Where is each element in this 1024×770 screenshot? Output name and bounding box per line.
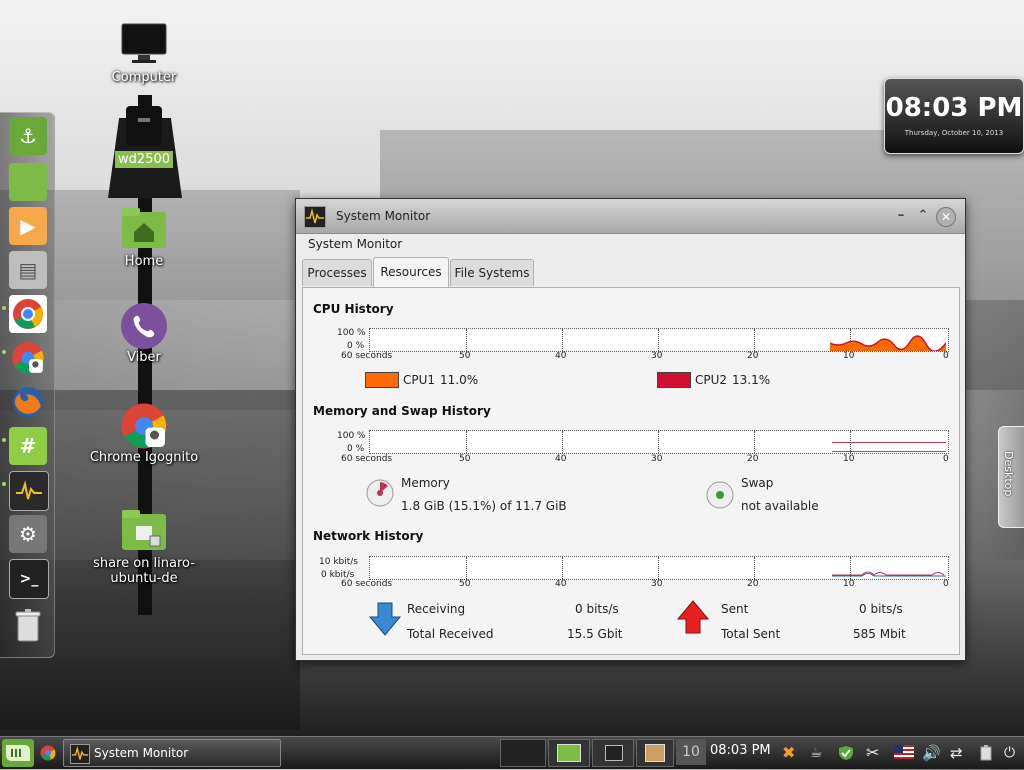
running-indicator [2, 350, 6, 354]
close-button[interactable]: ✕ [936, 207, 956, 227]
monitor-icon [120, 22, 168, 66]
total-received-label: Total Received [407, 627, 494, 641]
cpu-history-graph [369, 328, 949, 352]
cpu-usage-trace [830, 335, 946, 351]
shield-icon[interactable] [838, 745, 854, 761]
removable-drive-icon[interactable] [978, 745, 994, 761]
viber-icon [120, 302, 168, 349]
desktop-side-tab[interactable]: Desktop [998, 426, 1024, 528]
folder-icon[interactable] [9, 163, 47, 201]
tray-caffeine-icon[interactable]: ☕ [810, 745, 826, 761]
clock-date: Thursday, October 10, 2013 [904, 129, 1004, 137]
cpu-history-title: CPU History [313, 302, 394, 316]
total-sent-label: Total Sent [721, 627, 781, 641]
memory-label: Memory [401, 476, 450, 490]
bottom-panel: System Monitor 10 08:03 PM ✖ ☕ ✂ 🔊 ⇄ ⏻ [0, 736, 1024, 769]
minimize-button[interactable]: – [892, 207, 910, 225]
home-folder-icon [120, 206, 168, 250]
receiving-value: 0 bits/s [575, 602, 619, 616]
tray-tools-icon[interactable]: ✖ [782, 745, 798, 761]
network-history-graph [369, 556, 949, 580]
running-indicator [2, 438, 6, 442]
terminal-icon[interactable]: >_ [9, 559, 49, 599]
desktop-icon-wd2500[interactable]: wd2500 [89, 104, 199, 168]
tab-resources[interactable]: Resources [373, 257, 449, 288]
desktop-icon-home[interactable]: Home [89, 206, 199, 269]
cpu2-value: 13.1% [732, 373, 771, 387]
memory-pie-icon[interactable] [365, 478, 395, 511]
video-player-icon[interactable]: ▶ [9, 207, 47, 245]
swap-pie-icon[interactable] [705, 480, 735, 513]
app-heading: System Monitor [308, 237, 403, 251]
tab-file-systems[interactable]: File Systems [450, 259, 534, 286]
cpu2-color-swatch[interactable] [657, 372, 691, 388]
total-received-value: 15.5 Gbit [567, 627, 623, 641]
sent-arrow-icon[interactable] [676, 600, 710, 637]
memory-value: 1.8 GiB (15.1%) of 11.7 GiB [401, 499, 567, 513]
memory-history-title: Memory and Swap History [313, 404, 491, 418]
chrome-launcher-icon[interactable] [40, 745, 56, 764]
memory-usage-trace [832, 442, 946, 443]
network-traffic-trace [832, 571, 946, 577]
settings-gear-icon[interactable]: ⚙ [9, 515, 47, 553]
workspace-1[interactable] [500, 739, 546, 767]
system-monitor-icon[interactable] [9, 471, 49, 511]
cpu1-value: 11.0% [440, 373, 479, 387]
cpu-y-top: 100 % [337, 328, 366, 338]
window-title: System Monitor [336, 209, 431, 223]
swap-usage-trace [832, 451, 946, 452]
total-sent-value: 585 Mbit [853, 627, 906, 641]
workspace-3[interactable] [592, 739, 634, 767]
swap-label: Swap [741, 476, 774, 490]
mint-menu-icon[interactable] [2, 739, 34, 767]
cpu-y-bottom: 0 % [347, 341, 365, 351]
power-icon[interactable]: ⏻ [1004, 745, 1020, 761]
receiving-arrow-icon[interactable] [368, 602, 402, 639]
resources-panel: CPU History 100 % 0 % 60 seconds 50 40 3… [302, 287, 960, 655]
drive-icon[interactable]: ▤ [9, 251, 47, 289]
calendar-icon[interactable]: 10 [676, 739, 706, 765]
system-monitor-window: System Monitor – ⌃ ✕ System Monitor Proc… [295, 198, 966, 661]
chrome-icon[interactable] [9, 295, 47, 333]
clock-time: 08:03 PM [885, 93, 1023, 123]
memory-history-graph [369, 430, 949, 454]
scissors-icon[interactable]: ✂ [866, 745, 882, 761]
chrome-incognito-icon [120, 402, 168, 449]
running-indicator [2, 306, 6, 310]
network-folder-icon [120, 508, 168, 552]
panel-clock[interactable]: 08:03 PM [710, 743, 771, 758]
desktop-icon-chrome-incognito[interactable]: Chrome Igognito [89, 402, 199, 465]
volume-icon[interactable]: 🔊 [922, 745, 941, 761]
system-monitor-icon [304, 206, 326, 228]
left-dock: ⚓ ▶ ▤ # ⚙ >_ [0, 112, 55, 658]
workspace-2[interactable] [548, 739, 590, 767]
hashtag-app-icon[interactable]: # [9, 427, 47, 465]
trash-icon[interactable] [9, 607, 47, 645]
window-titlebar[interactable]: System Monitor – ⌃ ✕ [296, 199, 965, 234]
cpu1-label: CPU1 [403, 373, 436, 387]
swap-value: not available [741, 499, 819, 513]
system-monitor-icon [70, 744, 90, 764]
chrome-incognito-icon[interactable] [9, 339, 47, 377]
network-connection-icon[interactable]: ⇄ [950, 745, 966, 761]
tab-processes[interactable]: Processes [302, 259, 372, 286]
sent-label: Sent [721, 602, 749, 616]
receiving-label: Receiving [407, 602, 466, 616]
network-history-title: Network History [313, 529, 424, 543]
desktop-icon-computer[interactable]: Computer [89, 22, 199, 85]
desktop-icon-viber[interactable]: Viber [89, 302, 199, 365]
external-drive-icon [120, 104, 168, 148]
taskbar-window-system-monitor[interactable]: System Monitor [63, 739, 281, 767]
running-indicator [2, 482, 6, 486]
sent-value: 0 bits/s [859, 602, 903, 616]
keyboard-layout-flag-icon[interactable] [894, 745, 914, 761]
cpu2-label: CPU2 [695, 373, 728, 387]
workspace-4[interactable] [636, 739, 674, 767]
clock-widget: 08:03 PM Thursday, October 10, 2013 [884, 78, 1024, 154]
cpu1-color-swatch[interactable] [365, 372, 399, 388]
maximize-button[interactable]: ⌃ [914, 207, 932, 225]
firefox-icon[interactable] [9, 383, 47, 421]
desktop-icon-network-share[interactable]: share on linaro-ubuntu-de [89, 508, 199, 586]
anchor-icon[interactable]: ⚓ [9, 117, 47, 155]
